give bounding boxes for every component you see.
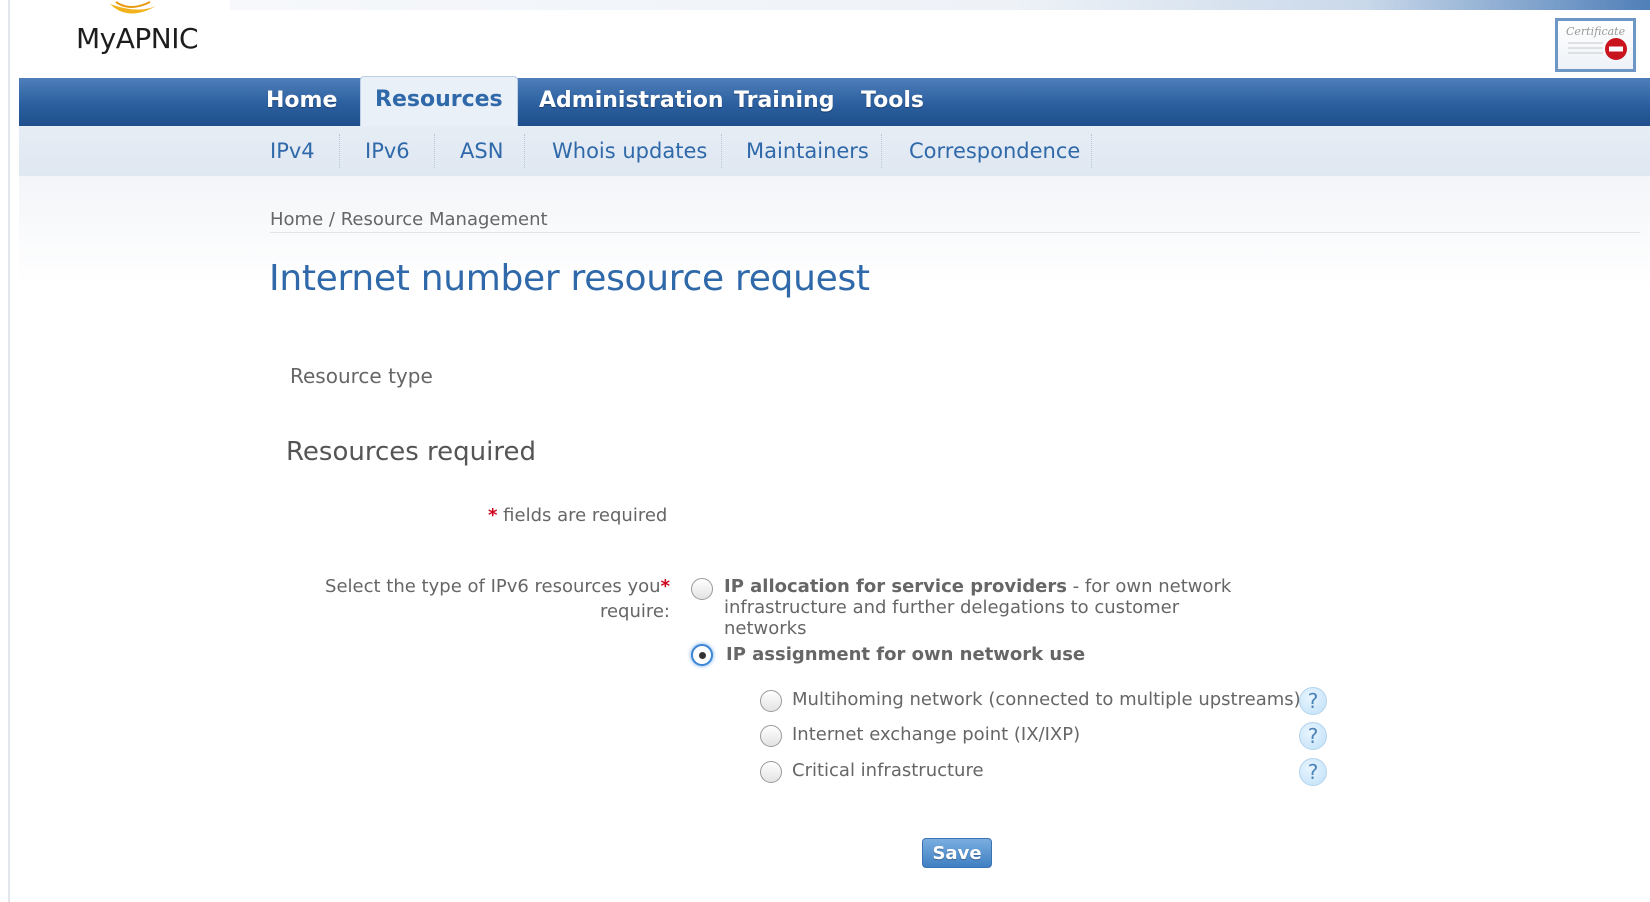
nav-administration[interactable]: Administration [539, 78, 724, 126]
option-critical-infrastructure-label: Critical infrastructure [792, 760, 984, 781]
breadcrumb: Home / Resource Management [270, 209, 548, 230]
required-note-text: fields are required [503, 505, 668, 526]
subnav-separator [524, 134, 525, 168]
subnav-separator [881, 134, 882, 168]
logo-swoosh-icon [110, 1, 156, 14]
subnav-correspondence[interactable]: Correspondence [909, 126, 1080, 176]
resources-required-heading: Resources required [286, 437, 536, 467]
help-icon[interactable]: ? [1299, 722, 1327, 750]
subnav-whois-updates[interactable]: Whois updates [552, 126, 707, 176]
subnav-ipv4[interactable]: IPv4 [270, 126, 315, 176]
main-nav: Home Resources Administration Training T… [19, 76, 1650, 126]
nav-tools[interactable]: Tools [861, 78, 924, 126]
radio-ip-assignment[interactable] [691, 644, 713, 666]
radio-multihoming[interactable] [760, 690, 782, 712]
resource-type-label: Resource type [290, 364, 433, 388]
nav-resources[interactable]: Resources [360, 76, 518, 126]
breadcrumb-divider [270, 232, 1640, 233]
option-ip-assignment-text: IP assignment for own network use [726, 644, 1085, 665]
breadcrumb-home-link[interactable]: Home [270, 209, 323, 230]
breadcrumb-current: Resource Management [340, 209, 548, 230]
option-ip-allocation-text: IP allocation for service providers - fo… [724, 576, 1244, 639]
subnav-separator [434, 134, 435, 168]
page-left-border [8, 0, 10, 902]
top-gradient-strip [230, 0, 1650, 10]
sub-nav: IPv4 IPv6 ASN Whois updates Maintainers … [19, 126, 1650, 176]
radio-ixp[interactable] [760, 725, 782, 747]
help-icon[interactable]: ? [1299, 758, 1327, 786]
radio-ip-allocation[interactable] [691, 578, 713, 600]
subnav-ipv6[interactable]: IPv6 [365, 126, 410, 176]
option-ip-allocation-bold: IP allocation for service providers [724, 576, 1067, 597]
subnav-asn[interactable]: ASN [460, 126, 503, 176]
option-ip-allocation-desc-2: infrastructure and further delegations t… [724, 597, 1180, 639]
certificate-graphic: Certificate [1566, 25, 1627, 60]
help-icon[interactable]: ? [1299, 687, 1327, 715]
radio-critical-infrastructure[interactable] [760, 761, 782, 783]
option-multihoming-label: Multihoming network (connected to multip… [792, 689, 1301, 710]
page-title: Internet number resource request [269, 258, 870, 299]
nav-home[interactable]: Home [266, 78, 337, 126]
question-line-1: Select the type of IPv6 resources you [325, 576, 661, 597]
required-star: * [488, 505, 498, 526]
nav-training[interactable]: Training [734, 78, 834, 126]
svg-text:Certificate: Certificate [1566, 25, 1626, 38]
required-fields-note: * fields are required [488, 505, 667, 526]
option-ixp-label: Internet exchange point (IX/IXP) [792, 724, 1081, 745]
subnav-separator [339, 134, 340, 168]
certificate-icon[interactable]: Certificate [1555, 18, 1636, 72]
myapnic-logo[interactable]: MyAPNIC [76, 0, 226, 62]
logo-text: MyAPNIC [76, 22, 199, 55]
option-ip-assignment-bold: IP assignment for own network use [726, 644, 1086, 665]
question-line-2: require: [599, 601, 670, 622]
question-required-star: * [660, 576, 670, 597]
subnav-separator [1091, 134, 1092, 168]
option-ip-allocation-desc-1: - for own network [1066, 576, 1232, 597]
ipv6-type-question-label: Select the type of IPv6 resources you* r… [300, 574, 670, 624]
subnav-separator [721, 134, 722, 168]
save-button[interactable]: Save [922, 838, 992, 868]
subnav-maintainers[interactable]: Maintainers [746, 126, 869, 176]
breadcrumb-separator: / [328, 209, 335, 230]
